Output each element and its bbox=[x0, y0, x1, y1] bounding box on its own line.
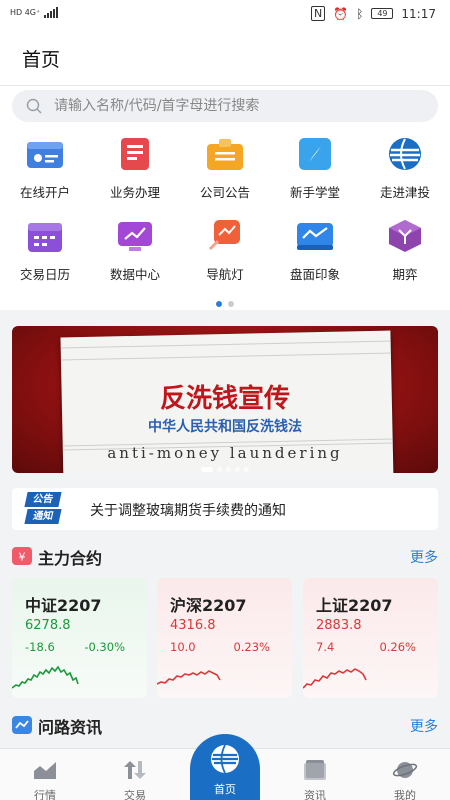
profile-planet-icon bbox=[392, 762, 418, 778]
grid-item-label: 数据中心 bbox=[109, 267, 160, 282]
notice-badge: 公告 通知 bbox=[24, 492, 66, 526]
contract-name: 沪深2207 bbox=[170, 596, 247, 615]
search-input[interactable] bbox=[54, 90, 424, 122]
grid-item-about-company[interactable]: 走进津投 bbox=[360, 126, 450, 200]
trade-icon bbox=[124, 761, 146, 779]
announcement-icon bbox=[207, 139, 243, 170]
search-bar-container bbox=[0, 86, 450, 126]
page-title: 首页 bbox=[22, 49, 61, 71]
notice-badge-top: 公告 bbox=[24, 492, 62, 507]
tab-label: 交易 bbox=[124, 789, 146, 800]
tab-label: 首页 bbox=[214, 783, 236, 796]
grid-item-label: 业务办理 bbox=[109, 185, 160, 200]
id-card-icon bbox=[27, 142, 63, 168]
page-dot[interactable] bbox=[228, 301, 234, 307]
contract-price: 2883.8 bbox=[316, 618, 362, 633]
banner-carousel-indicator bbox=[12, 457, 438, 473]
battery-icon: 49 bbox=[371, 8, 394, 19]
alarm-icon: ⏰ bbox=[333, 6, 349, 21]
page-dot-active[interactable] bbox=[216, 301, 222, 307]
market-chart-icon bbox=[297, 223, 333, 250]
grid-item-label: 交易日历 bbox=[19, 267, 70, 282]
grid-page-indicator bbox=[0, 292, 450, 311]
contract-change: 10.0 bbox=[170, 640, 196, 654]
grid-item-business[interactable]: 业务办理 bbox=[90, 126, 180, 200]
section-title: 问路资讯 bbox=[38, 718, 103, 737]
grid-item-label: 期弈 bbox=[392, 267, 418, 282]
sparkline bbox=[157, 670, 221, 685]
grid-item-trading-calendar[interactable]: 交易日历 bbox=[0, 208, 90, 282]
contract-card[interactable]: 上证2207 2883.8 7.4 0.26% bbox=[303, 578, 438, 698]
home-logo-icon bbox=[211, 744, 239, 774]
contract-change-pct: -0.30% bbox=[84, 640, 125, 654]
more-link[interactable]: 更多 bbox=[410, 716, 438, 736]
tab-label: 行情 bbox=[34, 789, 56, 800]
tab-label: 我的 bbox=[394, 789, 416, 800]
grid-item-label: 公司公告 bbox=[199, 185, 250, 200]
tab-home[interactable]: 首页 bbox=[190, 734, 260, 800]
contract-change-pct: 0.26% bbox=[379, 640, 416, 654]
market-icon bbox=[34, 762, 56, 779]
contract-name: 中证2207 bbox=[25, 596, 102, 615]
promo-banner[interactable]: 反洗钱宣传 中华人民共和国反洗钱法 anti-money laundering bbox=[12, 326, 438, 473]
compass-icon bbox=[299, 138, 331, 170]
more-link[interactable]: 更多 bbox=[410, 547, 438, 567]
contract-change: -18.6 bbox=[25, 640, 55, 654]
contract-price: 4316.8 bbox=[170, 618, 216, 633]
section-title: 主力合约 bbox=[38, 549, 103, 568]
grid-item-label: 走进津投 bbox=[379, 185, 430, 200]
grid-item-beginner-school[interactable]: 新手学堂 bbox=[270, 126, 360, 200]
tab-label: 资讯 bbox=[304, 789, 326, 800]
contract-change: 7.4 bbox=[316, 640, 335, 654]
main-contracts-icon: ¥ bbox=[12, 547, 32, 565]
grid-item-data-center[interactable]: 数据中心 bbox=[90, 208, 180, 282]
tab-news[interactable]: 资讯 bbox=[270, 749, 360, 800]
banner-subtitle: 中华人民共和国反洗钱法 bbox=[148, 419, 302, 435]
notice-badge-bottom: 通知 bbox=[24, 509, 62, 524]
notice-bar[interactable]: 公告 通知 关于调整玻璃期货手续费的通知 bbox=[12, 488, 438, 530]
tab-trade[interactable]: 交易 bbox=[90, 749, 180, 800]
grid-item-label: 导航灯 bbox=[206, 267, 244, 282]
search-icon bbox=[26, 98, 42, 114]
notice-text[interactable]: 关于调整玻璃期货手续费的通知 bbox=[90, 500, 286, 520]
function-grid: 在线开户 业务办理 公司公告 新手学堂 走进津投 交易日历 数据中心 导航灯 盘… bbox=[0, 126, 450, 310]
banner-title: 反洗钱宣传 bbox=[159, 384, 290, 414]
data-monitor-icon bbox=[118, 222, 152, 251]
contract-card[interactable]: 沪深2207 4316.8 10.0 0.23% bbox=[157, 578, 292, 698]
tab-profile[interactable]: 我的 bbox=[360, 749, 450, 800]
status-bar: HD 4G⁺ N ⏰ ᛒ 49 11:17 bbox=[0, 0, 450, 28]
app-header: 首页 bbox=[0, 28, 450, 86]
cube-icon bbox=[389, 220, 421, 252]
contract-name: 上证2207 bbox=[316, 596, 393, 615]
network-label: HD 4G⁺ bbox=[10, 8, 41, 17]
grid-item-label: 在线开户 bbox=[19, 185, 70, 200]
svg-text:¥: ¥ bbox=[19, 551, 26, 564]
contract-change-pct: 0.23% bbox=[233, 640, 270, 654]
company-logo-icon bbox=[389, 138, 421, 170]
grid-item-company-notice[interactable]: 公司公告 bbox=[180, 126, 270, 200]
grid-item-guide-lamp[interactable]: 导航灯 bbox=[180, 208, 270, 282]
network-indicator: HD 4G⁺ bbox=[10, 7, 59, 18]
sparkline bbox=[303, 668, 367, 689]
grid-item-label: 新手学堂 bbox=[289, 185, 340, 200]
grid-item-market-impression[interactable]: 盘面印象 bbox=[270, 208, 360, 282]
search-bar[interactable] bbox=[12, 90, 438, 122]
grid-item-online-account[interactable]: 在线开户 bbox=[0, 126, 90, 200]
contract-card[interactable]: 中证2207 6278.8 -18.6 -0.30% bbox=[12, 578, 147, 698]
grid-item-qiyi[interactable]: 期弈 bbox=[360, 208, 450, 282]
contract-price: 6278.8 bbox=[25, 618, 71, 633]
notebook-icon bbox=[121, 138, 149, 170]
news-section-icon bbox=[12, 716, 32, 734]
status-time: 11:17 bbox=[401, 6, 436, 21]
sparkline bbox=[12, 665, 79, 689]
news-icon bbox=[304, 760, 326, 780]
bluetooth-icon: ᛒ bbox=[356, 6, 364, 21]
tab-market[interactable]: 行情 bbox=[0, 749, 90, 800]
main-contracts-header: ¥ 主力合约 更多 bbox=[0, 538, 450, 574]
guide-lamp-icon bbox=[209, 220, 240, 250]
nfc-icon: N bbox=[311, 6, 326, 21]
calendar-icon bbox=[28, 223, 62, 252]
signal-icon bbox=[44, 7, 59, 18]
grid-item-label: 盘面印象 bbox=[289, 267, 340, 282]
